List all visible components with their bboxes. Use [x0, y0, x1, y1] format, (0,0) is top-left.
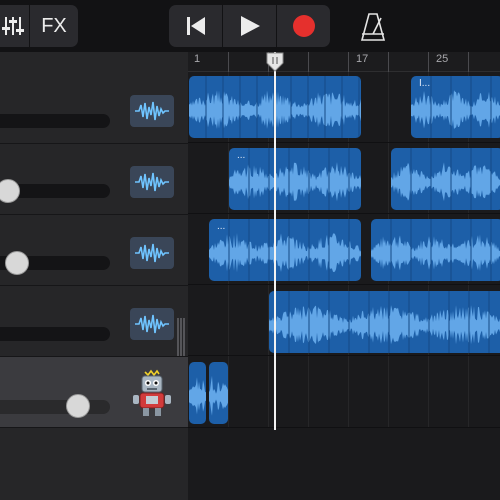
tracks-area[interactable]: I... ... ... [188, 72, 500, 500]
bar-number: 25 [436, 53, 449, 65]
track-icon-button[interactable] [130, 166, 174, 198]
waveform [391, 148, 500, 210]
mixer-sliders-icon [2, 17, 24, 35]
volume-knob[interactable] [5, 251, 29, 275]
bar-number: 1 [194, 53, 201, 65]
track-icon-button[interactable] [128, 369, 176, 419]
region-title: I... [419, 78, 431, 89]
audio-region[interactable] [209, 362, 228, 424]
audio-region[interactable] [189, 362, 206, 424]
waveform [229, 148, 361, 210]
region-title: ... [217, 221, 226, 232]
waveform-icon [135, 101, 169, 121]
waveform [189, 377, 206, 415]
waveform-icon [135, 243, 169, 263]
waveform [209, 219, 361, 281]
volume-slider[interactable] [0, 327, 110, 341]
audio-region[interactable] [371, 219, 500, 281]
volume-slider[interactable] [0, 400, 110, 414]
fx-label: FX [41, 14, 67, 37]
fx-button[interactable]: FX [30, 5, 78, 47]
track-header-2[interactable] [0, 144, 188, 215]
track-header-3[interactable] [0, 215, 188, 286]
skip-back-icon [186, 17, 205, 35]
volume-slider[interactable] [0, 114, 110, 128]
metronome-button[interactable] [355, 10, 391, 44]
metronome-icon [360, 13, 386, 41]
control-bar: FX [0, 0, 500, 52]
record-button[interactable] [277, 5, 330, 47]
waveform [269, 291, 500, 353]
track-icon-button[interactable] [130, 308, 174, 340]
bar-number: 17 [356, 53, 369, 65]
waveform-icon [135, 172, 169, 192]
track-icon-button[interactable] [130, 95, 174, 127]
waveform [209, 375, 228, 416]
left-controls: FX [0, 5, 78, 47]
playhead-line[interactable] [274, 52, 276, 430]
region-title: ... [237, 150, 246, 161]
transport-controls [169, 5, 330, 47]
audio-region[interactable]: ... [209, 219, 361, 281]
rewind-button[interactable] [169, 5, 222, 47]
track-icon-button[interactable] [130, 237, 174, 269]
waveform [371, 219, 500, 281]
waveform-icon [135, 314, 169, 334]
track-header-5[interactable] [0, 357, 188, 428]
robot-icon [133, 369, 171, 416]
panel-resize-handle[interactable] [176, 318, 186, 356]
track-headers [0, 52, 188, 500]
bar-ruler[interactable]: 1 9 17 25 [188, 52, 500, 72]
play-button[interactable] [223, 5, 276, 47]
volume-knob[interactable] [0, 179, 20, 203]
record-icon [292, 15, 315, 37]
audio-region[interactable]: I... [411, 76, 500, 138]
volume-knob[interactable] [66, 394, 90, 418]
audio-region[interactable] [391, 148, 500, 210]
track-header-4[interactable] [0, 286, 188, 357]
track-header-1[interactable] [0, 73, 188, 144]
play-icon [240, 16, 260, 36]
audio-region[interactable] [269, 291, 500, 353]
mixer-button[interactable] [0, 5, 26, 47]
audio-region[interactable]: ... [229, 148, 361, 210]
playhead-handle[interactable] [264, 52, 286, 72]
